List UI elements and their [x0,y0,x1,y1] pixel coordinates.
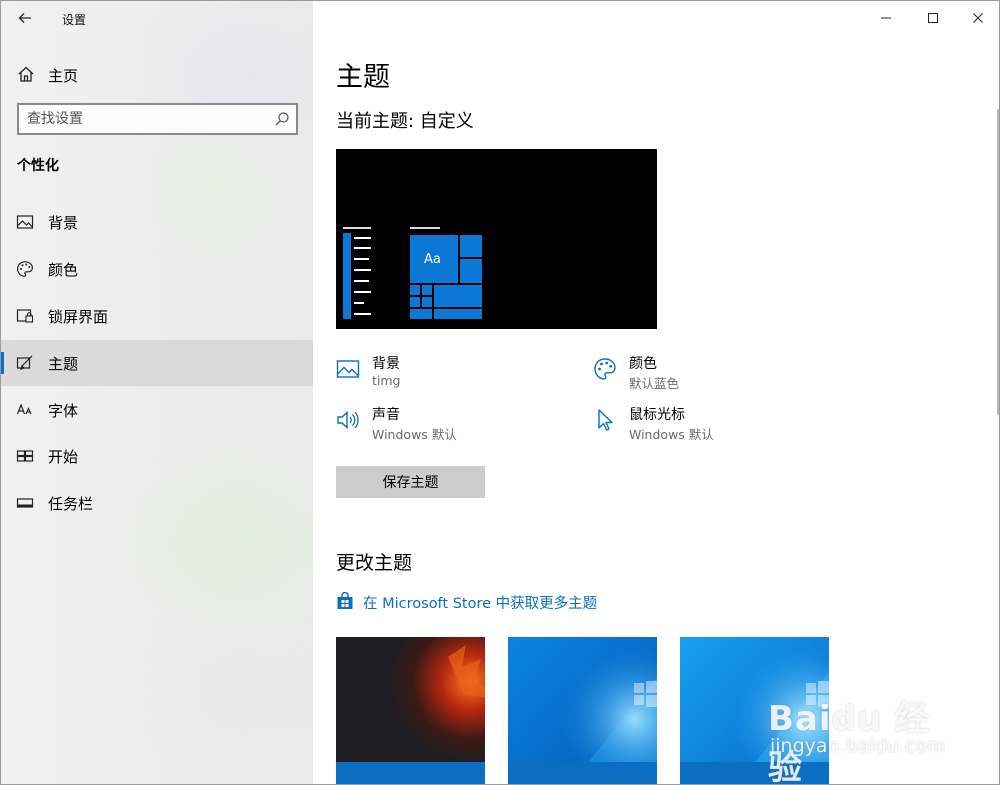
sidebar-item-label: 背景 [48,214,79,232]
theme-background-setting[interactable]: 背景 timg [336,353,556,397]
home-icon [18,66,34,82]
preview-tile [434,285,482,307]
sidebar-item-label: 颜色 [48,261,79,279]
preview-list-line [354,291,371,293]
maximize-icon [928,13,938,23]
theme-preview: Aa [336,149,657,329]
preview-list-line [354,280,369,282]
theme-cursor-setting[interactable]: 鼠标光标 Windows 默认 [593,404,813,448]
theme-thumbnail-bar [336,762,485,784]
setting-title: 鼠标光标 [629,407,685,423]
maximize-button[interactable] [910,5,956,31]
sidebar-item-taskbar[interactable]: 任务栏 [1,480,313,526]
section-title: 个性化 [17,158,59,174]
page-title: 主题 [336,62,390,93]
preview-top-line [343,227,371,229]
taskbar-icon [16,498,34,508]
sidebar-item-start[interactable]: 开始 [1,433,313,479]
start-icon [16,450,34,462]
theme-thumbnail-bar [680,762,829,784]
active-indicator [1,352,4,374]
setting-value: Windows 默认 [372,427,457,442]
sidebar-item-fonts[interactable]: 字体 [1,387,313,433]
home-label: 主页 [48,67,79,85]
current-theme-label: 当前主题: 自定义 [336,111,474,132]
close-button[interactable] [955,5,999,31]
preview-tile [410,297,420,307]
preview-list-line [354,258,369,260]
back-arrow-icon [18,13,31,23]
image-icon [16,215,34,229]
theme-color-setting[interactable]: 颜色 默认蓝色 [593,353,813,397]
sidebar: 设置 主页 个性化 背景 [1,1,313,784]
preview-tile [422,285,432,295]
preview-tile [410,285,420,295]
app-title: 设置 [62,13,87,27]
setting-value: Windows 默认 [629,427,714,442]
sidebar-item-themes[interactable]: 主题 [1,340,313,386]
preview-tile [460,259,482,283]
preview-top-line [410,227,440,229]
setting-value: timg [372,373,401,388]
setting-title: 背景 [372,356,400,372]
store-link-label: 在 Microsoft Store 中获取更多主题 [363,596,598,612]
preview-start-strip [343,233,351,319]
sidebar-item-label: 锁屏界面 [48,308,109,326]
image-icon [336,360,360,378]
palette-icon [594,358,616,380]
lock-screen-icon [16,309,34,323]
theme-thumbnail[interactable] [336,637,485,784]
preview-tile-text: Aa [424,252,441,267]
main-pane: 主题 当前主题: 自定义 Aa 背景 timg 颜色 默认蓝色 声音 Windo… [313,1,999,784]
store-bag-icon [337,592,353,609]
close-icon [973,13,983,23]
preview-tile [460,235,482,257]
sidebar-item-lock-screen[interactable]: 锁屏界面 [1,293,313,339]
minimize-icon [881,17,891,19]
sidebar-item-label: 开始 [48,448,79,466]
search-box[interactable] [17,103,298,135]
change-theme-heading: 更改主题 [336,552,413,574]
preview-list-line [354,269,371,271]
save-theme-button[interactable]: 保存主题 [336,466,485,498]
settings-window: 设置 主页 个性化 背景 [0,0,1000,785]
sidebar-item-background[interactable]: 背景 [1,199,313,245]
preview-list-line [354,247,371,249]
sidebar-item-colors[interactable]: 颜色 [1,246,313,292]
speaker-icon [337,410,359,430]
palette-icon [16,261,34,277]
setting-value: 默认蓝色 [629,376,680,391]
search-icon[interactable] [274,111,290,127]
theme-thumbnail[interactable] [508,637,657,784]
cursor-icon [598,409,613,431]
preview-list-line [354,302,364,304]
preview-list-line [354,237,371,239]
preview-tile [410,309,432,319]
setting-title: 声音 [372,407,400,423]
setting-title: 颜色 [629,356,657,372]
theme-thumbnail[interactable] [680,637,829,784]
preview-list-line [354,313,371,315]
sidebar-item-label: 字体 [48,402,79,420]
font-icon [16,403,32,415]
titlebar-left: 设置 [1,1,313,35]
search-input[interactable] [27,109,267,129]
sidebar-item-label: 主题 [48,355,79,373]
theme-brush-icon [16,355,33,370]
theme-thumbnail-bar [508,762,657,784]
preview-tile [434,309,482,319]
back-button[interactable] [13,7,37,29]
theme-sound-setting[interactable]: 声音 Windows 默认 [336,404,556,448]
sidebar-item-label: 任务栏 [48,495,94,513]
preview-tile [422,297,432,307]
sidebar-home[interactable]: 主页 [1,57,313,91]
minimize-button[interactable] [863,5,909,31]
